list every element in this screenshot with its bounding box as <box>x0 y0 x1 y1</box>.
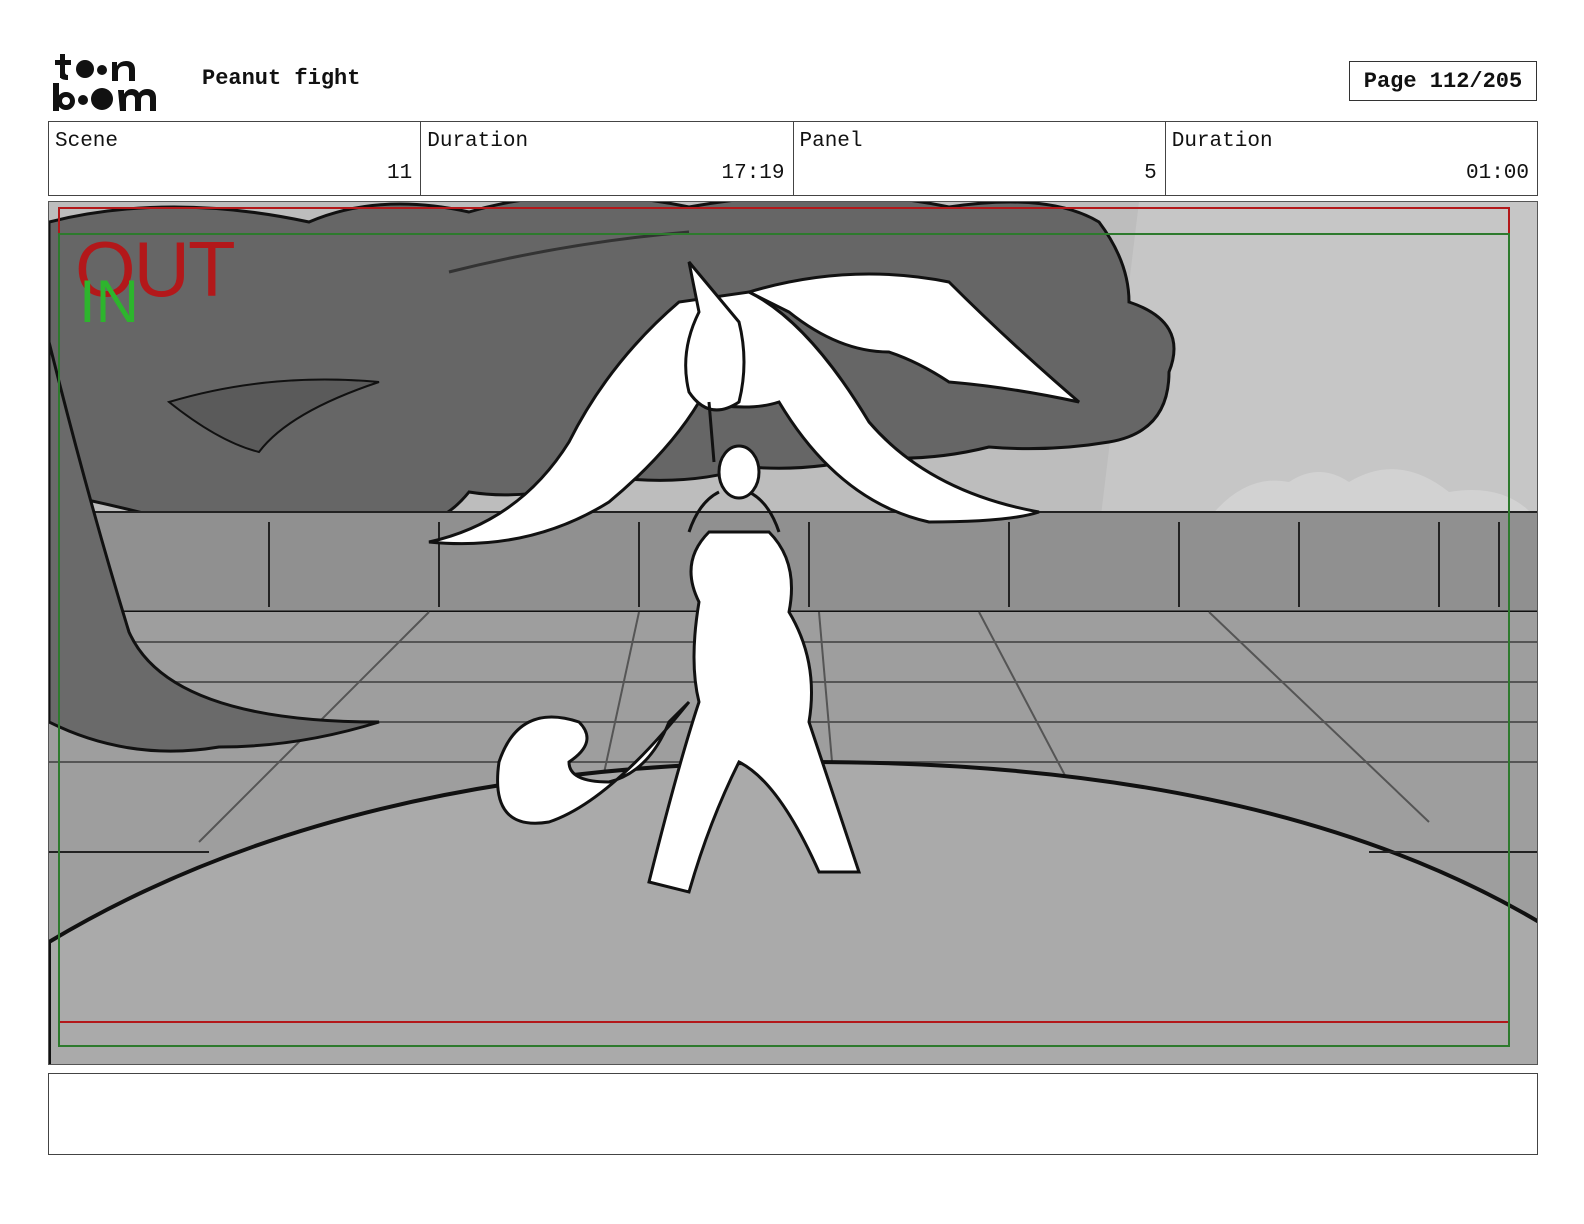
project-title: Peanut fight <box>202 66 361 91</box>
scene-label: Scene <box>55 130 119 153</box>
panel-illustration <box>49 202 1537 1064</box>
panel-notes-box <box>48 1073 1538 1155</box>
scene-cell: Scene 11 <box>49 122 422 195</box>
scene-value: 11 <box>387 162 413 185</box>
scene-info-row: Scene 11 Duration 17:19 Panel 5 Duration… <box>48 121 1538 196</box>
panel-duration-value: 01:00 <box>1465 162 1529 185</box>
panel-cell: Panel 5 <box>794 122 1166 195</box>
scene-duration-value: 17:19 <box>721 162 785 185</box>
in-frame-tag: IN <box>79 268 139 335</box>
scene-duration-label: Duration <box>427 130 529 153</box>
page-indicator: Page 112/205 <box>1349 61 1537 101</box>
panel-duration-cell: Duration 01:00 <box>1166 122 1537 195</box>
panel-label: Panel <box>799 130 863 153</box>
panel-duration-label: Duration <box>1171 130 1273 153</box>
panel-value: 5 <box>1144 162 1157 185</box>
scene-duration-cell: Duration 17:19 <box>421 122 794 195</box>
toonboom-logo <box>53 54 156 111</box>
storyboard-panel: OUT IN <box>48 201 1538 1065</box>
